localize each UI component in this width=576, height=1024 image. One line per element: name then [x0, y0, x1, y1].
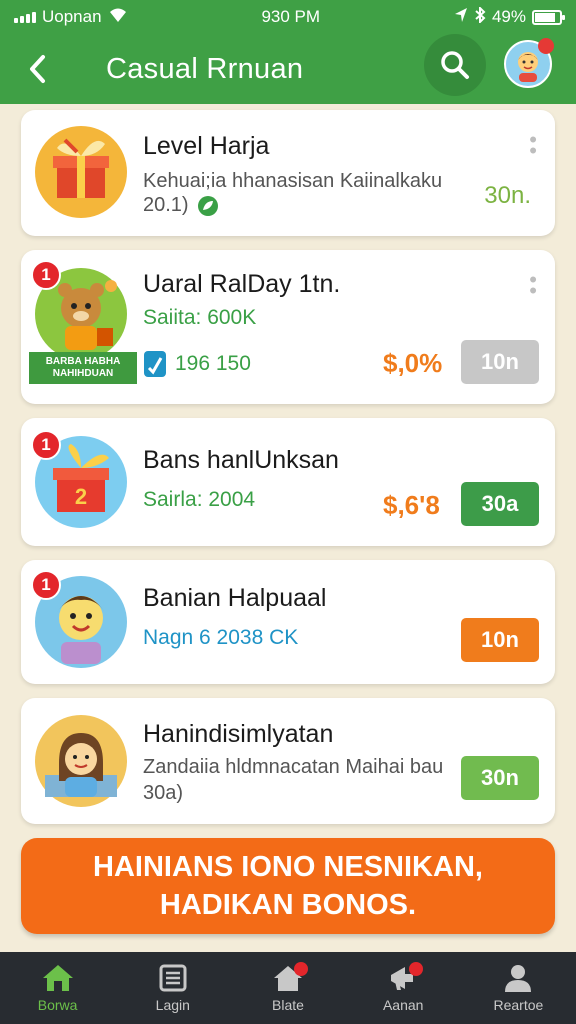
- banner-line-1: HAINIANS IONO NESNIKAN,: [93, 851, 483, 883]
- tab-label: Borwa: [37, 997, 78, 1013]
- search-button[interactable]: [424, 34, 486, 96]
- carrier-name: Uopnan: [42, 7, 102, 26]
- item-title: Bans hanlUnksan: [143, 446, 339, 474]
- back-button[interactable]: [18, 49, 58, 89]
- battery-percent: 49%: [491, 7, 526, 26]
- item-title: Banian Halpuaal: [143, 584, 327, 612]
- page-title: Casual Rrnuan: [106, 52, 304, 85]
- bonus-banner-button[interactable]: HAINIANS IONO NESNIKAN, HADIKAN BONOS.: [21, 838, 555, 934]
- item-meta: 20.1): [143, 194, 219, 217]
- item-action-button[interactable]: 30n: [461, 756, 539, 800]
- wifi-icon: [108, 7, 128, 28]
- more-options-icon[interactable]: • •: [529, 269, 537, 302]
- svg-text:2: 2: [75, 484, 87, 509]
- item-number: 196 150: [175, 352, 251, 375]
- app-bar: Casual Rrnuan: [0, 34, 576, 104]
- signal-icon: [14, 11, 36, 23]
- tab-label: Aanan: [382, 997, 424, 1013]
- count-badge: 1: [31, 570, 61, 600]
- chevron-left-icon: [30, 55, 45, 83]
- item-title: Level Harja: [143, 132, 270, 160]
- count-badge: 1: [31, 430, 61, 460]
- search-icon: [441, 51, 469, 79]
- ribbon-label: BARBA HABHA NAHIHDUAN: [29, 352, 137, 384]
- notification-dot: [294, 962, 308, 976]
- item-description: Zandaiia hldmnacatan Maihai bau: [143, 756, 444, 778]
- list-item[interactable]: 2 1 Bans hanlUnksan Sairla: 2004 $,6'8 3…: [21, 418, 555, 546]
- item-description: Kehuai;ia hhanasisan Kaiinalkaku: [143, 170, 443, 192]
- list-item[interactable]: Hanindisimlyatan Zandaiia hldmnacatan Ma…: [21, 698, 555, 824]
- item-subtitle: Nagn 6 2038 CK: [143, 626, 299, 649]
- location-icon: [454, 7, 468, 28]
- bluetooth-icon: [474, 5, 486, 28]
- girl-character-icon: [35, 715, 127, 807]
- item-action-button[interactable]: 10n: [461, 618, 539, 662]
- list-item[interactable]: Level Harja Kehuai;ia hhanasisan Kaiinal…: [21, 110, 555, 236]
- item-date: 20.1): [143, 194, 189, 216]
- tab-home[interactable]: Borwa: [0, 952, 115, 1024]
- item-action-button[interactable]: 30a: [461, 482, 539, 526]
- item-subtitle: Saiita: 600K: [143, 306, 257, 329]
- gift-box-icon: [35, 126, 127, 218]
- item-date: 30a): [143, 782, 184, 804]
- content-list: Level Harja Kehuai;ia hhanasisan Kaiinal…: [0, 104, 576, 952]
- item-title: Hanindisimlyatan: [143, 720, 334, 748]
- tab-label: Lagin: [155, 997, 190, 1013]
- list-item[interactable]: 1 BARBA HABHA NAHIHDUAN Uaral RalDay 1tn…: [21, 250, 555, 404]
- item-price: $,6'8: [383, 490, 440, 520]
- list-item[interactable]: 1 Banian Halpuaal Nagn 6 2038 CK 10n: [21, 560, 555, 684]
- notification-dot: [538, 38, 554, 54]
- user-icon: [505, 965, 532, 992]
- count-badge: 1: [31, 260, 61, 290]
- item-meta: 196 150: [143, 350, 251, 378]
- bottom-tab-bar: Borwa Lagin Blate Aanan Reartoe: [0, 952, 576, 1024]
- leaf-icon: [197, 195, 218, 216]
- tab-blate[interactable]: Blate: [230, 952, 345, 1024]
- list-icon: [159, 964, 187, 992]
- item-price: $,0%: [383, 348, 443, 378]
- item-amount: 30n.: [484, 182, 531, 209]
- clock: 930 PM: [261, 7, 321, 26]
- notification-dot: [409, 962, 424, 976]
- tab-label: Blate: [272, 997, 304, 1013]
- tab-label: Reartoe: [493, 997, 544, 1013]
- banner-line-2: HADIKAN BONOS.: [159, 889, 417, 921]
- home-icon: [42, 965, 73, 991]
- item-action-button[interactable]: 10n: [461, 340, 539, 384]
- phone-icon: [144, 351, 166, 377]
- tab-profile[interactable]: Reartoe: [461, 952, 576, 1024]
- item-title: Uaral RalDay 1tn.: [143, 270, 341, 298]
- battery-icon: [532, 9, 565, 25]
- item-subtitle: Sairla: 2004: [143, 488, 256, 511]
- tab-login[interactable]: Lagin: [115, 952, 230, 1024]
- status-bar: Uopnan 930 PM 49%: [0, 0, 576, 34]
- more-options-icon[interactable]: • •: [529, 129, 537, 162]
- profile-avatar-button[interactable]: [504, 38, 554, 88]
- tab-aanan[interactable]: Aanan: [346, 952, 461, 1024]
